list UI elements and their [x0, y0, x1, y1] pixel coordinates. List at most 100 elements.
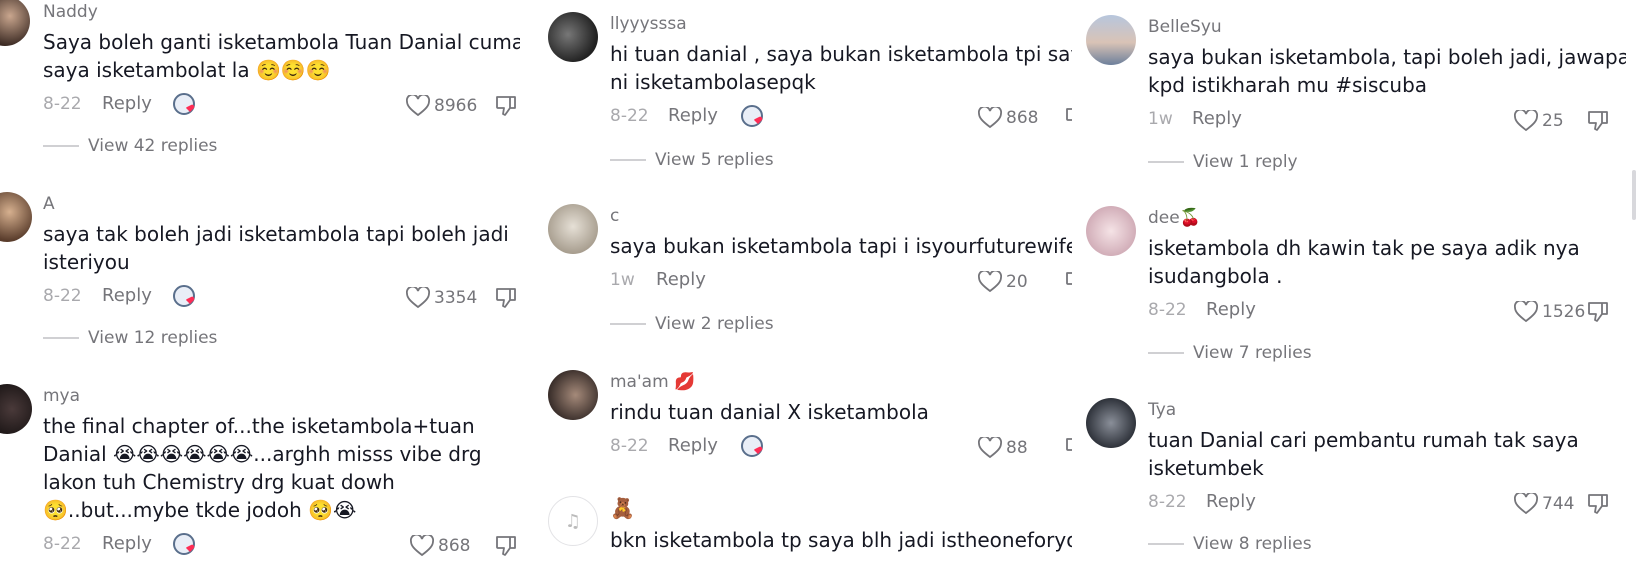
- avatar[interactable]: [1086, 398, 1136, 448]
- comment-date: 8-22: [610, 436, 649, 456]
- divider: [1148, 543, 1184, 545]
- avatar[interactable]: [548, 204, 598, 254]
- comment-username[interactable]: llyyysssa: [610, 14, 687, 34]
- like-button[interactable]: 868: [978, 104, 1038, 132]
- comment-username[interactable]: BelleSyu: [1148, 17, 1222, 37]
- reply-button[interactable]: Reply: [656, 269, 706, 290]
- divider: [1148, 352, 1184, 354]
- comment-username[interactable]: A: [43, 194, 55, 214]
- like-button[interactable]: 744: [1514, 490, 1574, 518]
- reply-button[interactable]: Reply: [668, 435, 718, 456]
- reply-button[interactable]: Reply: [1206, 299, 1256, 320]
- comment-username[interactable]: 🧸: [610, 496, 635, 520]
- like-button[interactable]: 1526: [1514, 298, 1585, 326]
- comment-username[interactable]: ma'am 💋: [610, 372, 695, 392]
- dislike-icon[interactable]: [494, 94, 518, 118]
- like-button[interactable]: 20: [978, 268, 1028, 296]
- reply-button[interactable]: Reply: [102, 533, 152, 554]
- comment-text-line: saya isketambolat la ☺️☺️☺️: [43, 58, 331, 82]
- dislike-icon[interactable]: [1064, 106, 1072, 130]
- reply-button[interactable]: Reply: [102, 93, 152, 114]
- like-count: 88: [1006, 438, 1028, 458]
- comment-text-line: kpd istikharah mu #siscuba: [1148, 73, 1428, 97]
- comment-date: 1w: [610, 270, 635, 290]
- avatar[interactable]: [1086, 15, 1136, 65]
- comment-column-3: BelleSyu saya bukan isketambola, tapi bo…: [1086, 0, 1626, 568]
- scrollbar-thumb[interactable]: [1632, 170, 1636, 220]
- avatar[interactable]: [548, 12, 598, 62]
- like-count: 868: [1006, 108, 1039, 128]
- dislike-icon[interactable]: [1064, 436, 1072, 460]
- heart-icon: [1514, 493, 1538, 515]
- dislike-icon[interactable]: [1586, 300, 1610, 324]
- comment-username[interactable]: mya: [43, 386, 80, 406]
- comment-text-line: the final chapter of...the isketambola+t…: [43, 414, 475, 438]
- dislike-icon[interactable]: [494, 534, 518, 558]
- view-replies-button[interactable]: View 7 replies: [1148, 341, 1312, 365]
- view-replies-label: View 8 replies: [1193, 534, 1312, 554]
- comment-text-line: lakon tuh Chemistry drg kuat dowh: [43, 470, 395, 494]
- view-replies-button[interactable]: View 42 replies: [43, 134, 217, 158]
- reply-button[interactable]: Reply: [102, 285, 152, 306]
- reply-button[interactable]: Reply: [1192, 108, 1242, 129]
- dislike-icon[interactable]: [494, 286, 518, 310]
- view-replies-button[interactable]: View 5 replies: [610, 148, 774, 172]
- comment-text-line: Saya boleh ganti isketambola Tuan Danial…: [43, 30, 520, 54]
- divider: [1148, 161, 1184, 163]
- comment-username[interactable]: Naddy: [43, 2, 98, 22]
- like-button[interactable]: 25: [1514, 107, 1564, 135]
- divider: [43, 337, 79, 339]
- divider: [43, 145, 79, 147]
- avatar[interactable]: [0, 384, 32, 434]
- heart-icon: [1514, 110, 1538, 132]
- view-replies-button[interactable]: View 8 replies: [1148, 532, 1312, 556]
- heart-icon: [978, 107, 1002, 129]
- reply-button[interactable]: Reply: [1206, 491, 1256, 512]
- view-replies-button[interactable]: View 2 replies: [610, 312, 774, 336]
- like-button[interactable]: 88: [978, 434, 1028, 462]
- dislike-icon[interactable]: [1064, 270, 1072, 294]
- creator-liked-icon: [741, 105, 763, 127]
- like-count: 1526: [1542, 302, 1586, 322]
- comment-date: 8-22: [1148, 300, 1187, 320]
- comment-username[interactable]: dee🍒: [1148, 208, 1201, 228]
- comment-username[interactable]: c: [610, 206, 619, 226]
- comment-date: 8-22: [43, 286, 82, 306]
- comment-username[interactable]: Tya: [1148, 400, 1176, 420]
- view-replies-label: View 5 replies: [655, 150, 774, 170]
- view-replies-label: View 42 replies: [88, 136, 218, 156]
- avatar[interactable]: [0, 0, 30, 46]
- like-count: 20: [1006, 272, 1028, 292]
- creator-liked-icon: [741, 435, 763, 457]
- comment-text-line: saya bukan isketambola, tapi boleh jadi,…: [1148, 45, 1626, 69]
- heart-icon: [1514, 301, 1538, 323]
- comment-text-line: ni isketambolasepqk: [610, 70, 816, 94]
- avatar[interactable]: ♫: [548, 496, 598, 546]
- comment-text-line: rindu tuan danial X isketambola: [610, 400, 929, 424]
- heart-icon: [410, 535, 434, 557]
- comment-text-line: 🥺..but...mybe tkde jodoh 🥺😭: [43, 498, 357, 522]
- comment-text-line: saya tak boleh jadi isketambola tapi bol…: [43, 222, 509, 246]
- comment-column-1: Naddy Saya boleh ganti isketambola Tuan …: [0, 0, 520, 568]
- comment-column-2: llyyysssa hi tuan danial , saya bukan is…: [548, 0, 1072, 568]
- heart-icon: [978, 437, 1002, 459]
- like-button[interactable]: 3354: [406, 284, 477, 312]
- creator-liked-icon: [173, 285, 195, 307]
- like-count: 868: [438, 536, 471, 556]
- avatar[interactable]: [548, 370, 598, 420]
- avatar[interactable]: [0, 192, 32, 242]
- view-replies-button[interactable]: View 1 reply: [1148, 150, 1298, 174]
- creator-liked-icon: [173, 533, 195, 555]
- dislike-icon[interactable]: [1586, 109, 1610, 133]
- like-button[interactable]: 8966: [406, 92, 477, 120]
- like-button[interactable]: 868: [410, 532, 470, 560]
- avatar[interactable]: [1086, 206, 1136, 256]
- view-replies-button[interactable]: View 12 replies: [43, 326, 217, 350]
- dislike-icon[interactable]: [1586, 492, 1610, 516]
- heart-icon: [406, 95, 430, 117]
- comment-text-line: tuan Danial cari pembantu rumah tak saya: [1148, 428, 1579, 452]
- reply-button[interactable]: Reply: [668, 105, 718, 126]
- heart-icon: [978, 271, 1002, 293]
- view-replies-label: View 1 reply: [1193, 152, 1298, 172]
- creator-liked-icon: [173, 93, 195, 115]
